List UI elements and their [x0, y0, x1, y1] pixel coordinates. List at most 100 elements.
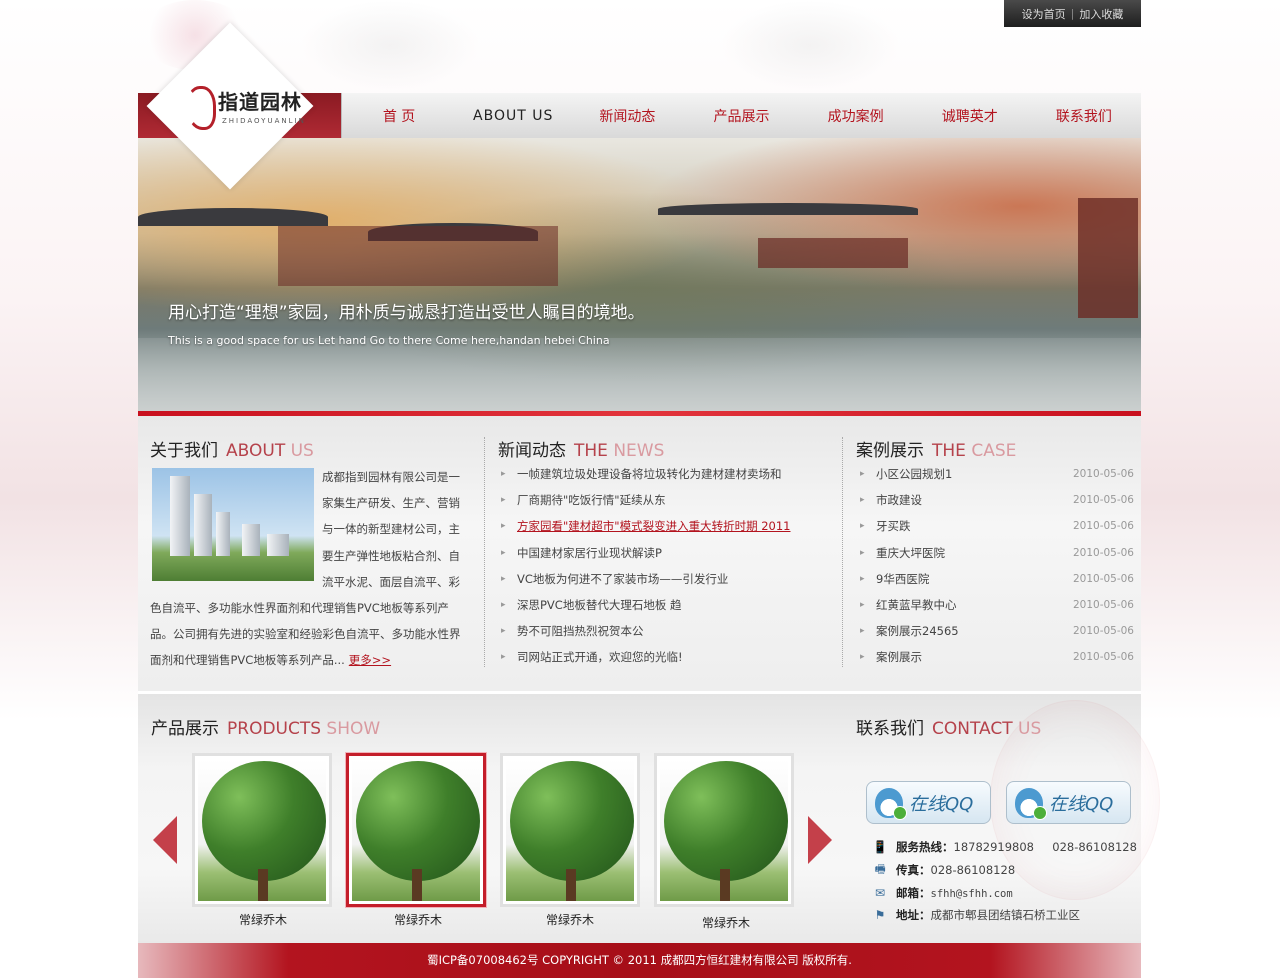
- news-item[interactable]: 势不可阻挡热烈祝贺本公: [499, 618, 829, 644]
- product-image: [198, 759, 326, 901]
- cases-title-en: THE: [932, 441, 966, 461]
- product-label[interactable]: 常绿乔木: [500, 911, 640, 928]
- logo-text-en: ZHIDAOYUANLIN: [222, 117, 306, 125]
- case-item-date: 2010-05-06: [1072, 625, 1134, 638]
- news-item-text[interactable]: 深思PVC地板替代大理石地板 趋: [517, 598, 682, 612]
- news-item-text[interactable]: 中国建材家居行业现状解读P: [517, 546, 662, 560]
- news-item[interactable]: 司网站正式开通，欢迎您的光临!: [499, 644, 829, 670]
- news-item[interactable]: 一帧建筑垃圾处理设备将垃圾转化为建材建材卖场和: [499, 461, 829, 487]
- news-item-text[interactable]: 一帧建筑垃圾处理设备将垃圾转化为建材建材卖场和: [517, 467, 782, 481]
- hero-banner: 用心打造“理想”家园，用朴质与诚恳打造出受世人瞩目的境地。 This is a …: [138, 138, 1141, 411]
- nav-jobs[interactable]: 诚聘英才: [913, 106, 1027, 126]
- product-label[interactable]: 常绿乔木: [348, 911, 488, 928]
- case-item[interactable]: 9华西医院 2010-05-06: [858, 566, 1134, 592]
- nav-home[interactable]: 首 页: [342, 106, 456, 126]
- add-favorite-link[interactable]: 加入收藏: [1079, 6, 1123, 22]
- banner-subtitle: This is a good space for us Let hand Go …: [168, 334, 610, 347]
- case-item-date: 2010-05-06: [1072, 468, 1134, 480]
- case-item-name[interactable]: 红黄蓝早教中心: [876, 598, 957, 612]
- news-item-text[interactable]: 方家园看"建材超市"模式裂变进入重大转折时期 2011: [517, 519, 791, 533]
- case-item[interactable]: 案例展示 2010-05-06: [858, 644, 1134, 670]
- about-text: 成都指到园林有限公司是一家集生产研发、生产、营销与一体的新型建材公司，主要生产弹…: [150, 464, 470, 674]
- news-item[interactable]: 中国建材家居行业现状解读P: [499, 540, 829, 566]
- case-item-date: 2010-05-06: [1072, 546, 1134, 559]
- case-item-name[interactable]: 牙买跌: [876, 519, 911, 533]
- product-label[interactable]: 常绿乔木: [656, 914, 796, 931]
- banner-bridge: [758, 238, 908, 268]
- nav-products[interactable]: 产品展示: [684, 106, 798, 126]
- banner-title: 用心打造“理想”家园，用朴质与诚恳打造出受世人瞩目的境地。: [168, 303, 645, 323]
- banner-building: [278, 226, 558, 286]
- case-item[interactable]: 红黄蓝早教中心 2010-05-06: [858, 592, 1134, 618]
- news-title: 新闻动态 THE NEWS: [498, 436, 664, 461]
- case-item-date: 2010-05-06: [1072, 520, 1134, 533]
- product-image: [660, 759, 788, 901]
- hotline-value: 18782919808 028-86108128: [953, 840, 1137, 854]
- nav-contact[interactable]: 联系我们: [1027, 106, 1141, 126]
- case-item-name[interactable]: 案例展示: [876, 650, 922, 664]
- case-item[interactable]: 重庆大坪医院 2010-05-06: [858, 540, 1134, 566]
- case-item[interactable]: 小区公园规划1 2010-05-06: [858, 461, 1134, 487]
- hotline-label: 服务热线：: [896, 840, 954, 854]
- carousel-next-arrow-icon[interactable]: [808, 816, 832, 864]
- logo-text-cn: 指道园林: [218, 90, 302, 114]
- banner-roof: [658, 203, 918, 215]
- address-value: 成都市郫县团结镇石桥工业区: [930, 908, 1081, 922]
- about-title: 关于我们 ABOUT US: [150, 436, 314, 461]
- cases-list: 小区公园规划1 2010-05-06 市政建设 2010-05-06 牙买跌 2010…: [858, 461, 1134, 671]
- product-card[interactable]: [192, 753, 332, 907]
- cases-title-en-suffix: CASE: [965, 441, 1017, 461]
- fax-icon: 🖷: [874, 861, 886, 876]
- case-item-name[interactable]: 小区公园规划1: [876, 467, 952, 481]
- logo[interactable]: 指道园林 ZHIDAOYUANLIN: [186, 86, 318, 130]
- news-item[interactable]: 厂商期待"吃饭行情"延续从东: [499, 487, 829, 513]
- column-divider: [842, 437, 843, 667]
- news-item[interactable]: 深思PVC地板替代大理石地板 趋: [499, 592, 829, 618]
- about-title-en: ABOUT: [226, 441, 286, 461]
- footer-copyright: 蜀ICP备07008462号 COPYRIGHT © 2011 成都四方恒红建材…: [427, 953, 852, 967]
- online-qq-button[interactable]: 在线QQ: [866, 781, 991, 824]
- news-title-en: THE: [574, 441, 608, 461]
- case-item[interactable]: 牙买跌 2010-05-06: [858, 513, 1134, 539]
- news-item-text[interactable]: 司网站正式开通，欢迎您的光临!: [517, 650, 683, 664]
- main-nav: 首 页 ABOUT US 新闻动态 产品展示 成功案例 诚聘英才 联系我们: [341, 93, 1141, 138]
- news-item-text[interactable]: 势不可阻挡热烈祝贺本公: [517, 624, 644, 638]
- news-item-text[interactable]: 厂商期待"吃饭行情"延续从东: [517, 493, 666, 507]
- news-item[interactable]: VC地板为何进不了家装市场——引发行业: [499, 566, 829, 592]
- case-item[interactable]: 案例展示24565 2010-05-06: [858, 618, 1134, 644]
- email-value[interactable]: sfhh@sfhh.com: [931, 888, 1013, 900]
- case-item-name[interactable]: 案例展示24565: [876, 624, 959, 638]
- nav-about[interactable]: ABOUT US: [456, 108, 570, 124]
- decorative-leaf: [300, 0, 480, 90]
- product-card[interactable]: [500, 753, 640, 907]
- online-qq-button[interactable]: 在线QQ: [1006, 781, 1131, 824]
- nav-news[interactable]: 新闻动态: [570, 106, 684, 126]
- banner-pavilion: [1078, 198, 1138, 318]
- news-item-text[interactable]: VC地板为何进不了家装市场——引发行业: [517, 572, 728, 586]
- news-item[interactable]: 方家园看"建材超市"模式裂变进入重大转折时期 2011: [499, 513, 829, 539]
- contact-title-en-suffix: US: [1012, 719, 1042, 739]
- case-item-name[interactable]: 9华西医院: [876, 572, 929, 586]
- product-label[interactable]: 常绿乔木: [193, 911, 333, 928]
- case-item-name[interactable]: 市政建设: [876, 493, 922, 507]
- case-item-date: 2010-05-06: [1072, 651, 1134, 664]
- about-title-en-suffix: US: [285, 441, 314, 461]
- banner-water: [138, 338, 1141, 411]
- case-item-date: 2010-05-06: [1072, 572, 1134, 585]
- carousel-prev-arrow-icon[interactable]: [153, 816, 177, 864]
- product-image: [506, 759, 634, 901]
- contact-hotline: 📱 服务热线：18782919808 028-86108128: [872, 837, 1137, 857]
- news-title-cn: 新闻动态: [498, 441, 566, 461]
- case-item-name[interactable]: 重庆大坪医院: [876, 546, 945, 560]
- email-label: 邮箱：: [896, 886, 931, 900]
- news-title-en-suffix: NEWS: [607, 441, 665, 461]
- qq-button-label: 在线QQ: [909, 793, 974, 815]
- phone-icon: 📱: [872, 840, 888, 854]
- about-more-link[interactable]: 更多>>: [349, 653, 391, 667]
- set-homepage-link[interactable]: 设为首页: [1022, 6, 1066, 22]
- case-item[interactable]: 市政建设 2010-05-06: [858, 487, 1134, 513]
- product-card[interactable]: [654, 753, 794, 907]
- product-card[interactable]: [346, 753, 486, 907]
- nav-cases[interactable]: 成功案例: [799, 106, 913, 126]
- logo-mark-icon: [186, 86, 216, 130]
